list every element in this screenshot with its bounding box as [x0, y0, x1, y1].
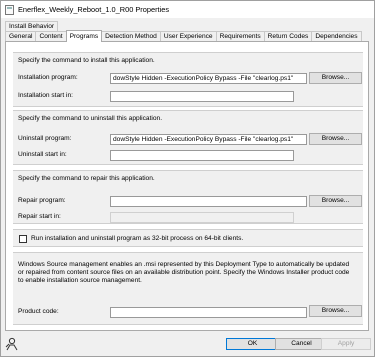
uninstall-group: Specify the command to uninstall this ap… [13, 110, 363, 165]
window-app-icon [5, 4, 14, 15]
tab-content[interactable]: Content [35, 31, 67, 41]
repair-start-in-input[interactable] [110, 212, 294, 223]
properties-window: Enerflex_Weekly_Reboot_1.0_R00 Propertie… [0, 0, 375, 357]
installation-start-in-input[interactable] [110, 91, 294, 102]
window-title: Enerflex_Weekly_Reboot_1.0_R00 Propertie… [18, 5, 170, 14]
programs-panel: Specify the command to install this appl… [5, 41, 369, 331]
installation-program-label: Installation program: [18, 74, 78, 81]
repair-program-input[interactable] [110, 196, 307, 207]
tab-user-experience[interactable]: User Experience [159, 31, 217, 41]
tab-programs[interactable]: Programs [65, 30, 103, 42]
tab-dependencies[interactable]: Dependencies [311, 31, 362, 41]
run-32bit-label: Run installation and uninstall program a… [31, 235, 244, 242]
repair-group: Specify the command to repair this appli… [13, 170, 363, 224]
product-code-browse-button[interactable]: Browse... [309, 305, 362, 317]
tab-detection-method[interactable]: Detection Method [101, 31, 161, 41]
uninstall-browse-button[interactable]: Browse... [309, 133, 362, 145]
install-browse-button[interactable]: Browse... [309, 72, 362, 84]
tab-return-codes[interactable]: Return Codes [263, 31, 313, 41]
product-code-label: Product code: [18, 308, 59, 315]
tab-requirements[interactable]: Requirements [215, 31, 265, 41]
uninstall-program-label: Uninstall program: [18, 135, 72, 142]
run-32bit-checkbox[interactable] [19, 235, 27, 243]
source-management-text: Windows Source management enables an .ms… [18, 261, 350, 284]
repair-description: Specify the command to repair this appli… [18, 175, 155, 182]
source-management-group: Windows Source management enables an .ms… [13, 252, 363, 325]
uninstall-start-in-label: Uninstall start in: [18, 151, 67, 158]
uninstall-start-in-input[interactable] [110, 150, 294, 161]
repair-browse-button[interactable]: Browse... [309, 195, 362, 207]
uninstall-program-input[interactable]: dowStyle Hidden -ExecutionPolicy Bypass … [110, 134, 307, 145]
installation-start-in-label: Installation start in: [18, 92, 73, 99]
apply-button[interactable]: Apply [321, 338, 371, 350]
repair-program-label: Repair program: [18, 197, 66, 204]
uninstall-description: Specify the command to uninstall this ap… [18, 115, 163, 122]
ok-button[interactable]: OK [226, 338, 279, 350]
tab-strip: General Content Programs Detection Metho… [5, 30, 362, 42]
title-bar: Enerflex_Weekly_Reboot_1.0_R00 Propertie… [1, 1, 374, 18]
repair-start-in-label: Repair start in: [18, 213, 61, 220]
tab-general[interactable]: General [5, 31, 37, 41]
help-person-icon[interactable] [5, 337, 19, 351]
install-group: Specify the command to install this appl… [13, 52, 363, 107]
installation-program-input[interactable]: dowStyle Hidden -ExecutionPolicy Bypass … [110, 73, 307, 84]
product-code-input[interactable] [110, 307, 307, 318]
bitness-group: Run installation and uninstall program a… [13, 229, 363, 247]
install-description: Specify the command to install this appl… [18, 57, 155, 64]
